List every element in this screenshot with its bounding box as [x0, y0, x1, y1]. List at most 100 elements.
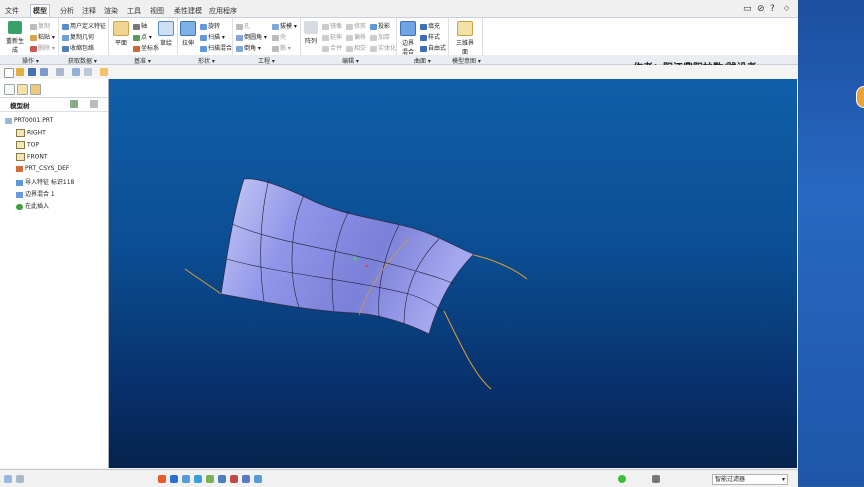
shrinkwrap-button[interactable]: 收缩包络 — [62, 43, 94, 52]
group-operations[interactable]: 操作 ▾ — [22, 56, 39, 65]
pattern-button[interactable]: 阵列 — [304, 21, 318, 45]
group-shapes[interactable]: 形状 ▾ — [198, 56, 215, 65]
ime-settings-icon[interactable] — [254, 475, 262, 483]
import-feature-icon — [16, 179, 23, 186]
tab-render[interactable]: 渲染 — [102, 5, 120, 17]
copy-geometry-button[interactable]: 复制几何 — [62, 32, 94, 41]
style-button[interactable]: 样式 — [420, 32, 440, 41]
sketch-button[interactable]: 草绘 — [158, 21, 174, 47]
graphics-viewport[interactable] — [109, 79, 797, 468]
tab-tools[interactable]: 工具 — [125, 5, 143, 17]
paste-button[interactable]: 粘贴 ▾ — [30, 32, 55, 41]
round-button[interactable]: 倒圆角 ▾ — [236, 32, 267, 41]
intersect-button[interactable]: 相交 — [346, 43, 366, 52]
point-button[interactable]: 点 ▾ — [133, 32, 152, 41]
ime-icon[interactable] — [158, 475, 166, 483]
thicken-button[interactable]: 加厚 — [370, 32, 390, 41]
freestyle-button[interactable]: 自由式 — [420, 43, 446, 52]
boundary-blend-surface[interactable] — [220, 178, 475, 335]
regenerate-button[interactable]: 重新生成 — [4, 21, 26, 54]
help-question-icon[interactable]: ? — [770, 4, 775, 14]
tab-applications[interactable]: 应用程序 — [207, 5, 239, 17]
family-table-button[interactable]: 三维界面 — [455, 21, 475, 56]
group-get-data[interactable]: 获取数据 ▾ — [68, 56, 97, 65]
offset-icon — [346, 34, 353, 41]
tree-item-import-feature[interactable]: 导入特征 标识118 — [16, 177, 74, 186]
windows-icon[interactable] — [84, 68, 92, 76]
udf-button[interactable]: 用户定义特征 — [62, 21, 106, 30]
delete-button[interactable]: 删除 ▾ — [30, 43, 55, 52]
extend-button[interactable]: 延伸 — [322, 32, 342, 41]
undo-icon[interactable] — [40, 68, 48, 76]
group-model-intent[interactable]: 模型意图 ▾ — [452, 56, 481, 65]
csys-button[interactable]: 坐标系 — [133, 43, 159, 52]
regenerate-small-icon[interactable] — [72, 68, 80, 76]
tree-item-boundary-blend[interactable]: 边界混合 1 — [16, 189, 55, 198]
group-datum[interactable]: 基准 ▾ — [134, 56, 151, 65]
merge-button[interactable]: 合并 — [322, 43, 342, 52]
folder-browser-tab-icon[interactable] — [17, 84, 28, 95]
close-window-icon[interactable] — [100, 68, 108, 76]
group-surfaces[interactable]: 曲面 ▾ — [414, 56, 431, 65]
ime-keyboard-icon[interactable] — [218, 475, 226, 483]
minimize-icon[interactable]: ▭ — [743, 4, 752, 14]
group-engineering[interactable]: 工程 ▾ — [258, 56, 275, 65]
tab-model[interactable]: 模型 — [30, 4, 50, 17]
boundary-blend-button[interactable]: 边界混合 — [400, 21, 416, 56]
trim-button[interactable]: 修剪 — [346, 21, 366, 30]
tab-annotate[interactable]: 注释 — [80, 5, 98, 17]
offset-button[interactable]: 偏移 — [346, 32, 366, 41]
panel-toggle-icon[interactable] — [4, 475, 12, 483]
tree-item-csys[interactable]: PRT_CSYS_DEF — [16, 165, 69, 172]
ime-emoji-icon[interactable] — [206, 475, 214, 483]
settings-icon[interactable]: ◇ — [784, 4, 789, 12]
tab-view[interactable]: 视图 — [148, 5, 166, 17]
open-folder-icon[interactable] — [16, 68, 24, 76]
swept-blend-button[interactable]: 扫描混合 — [200, 43, 232, 52]
tab-analysis[interactable]: 分析 — [58, 5, 76, 17]
help-icon[interactable]: ⊘ — [757, 4, 765, 14]
ime-tools-icon[interactable] — [242, 475, 250, 483]
group-editing[interactable]: 编辑 ▾ — [342, 56, 359, 65]
save-icon[interactable] — [28, 68, 36, 76]
tree-item-part[interactable]: PRT0001.PRT — [5, 117, 53, 124]
ime-chinese-icon[interactable] — [170, 475, 178, 483]
rib-button[interactable]: 筋 ▾ — [272, 43, 291, 52]
tree-item-right-plane[interactable]: RIGHT — [16, 129, 46, 137]
project-button[interactable]: 投影 — [370, 21, 390, 30]
selection-icon[interactable] — [652, 475, 660, 483]
hole-button[interactable]: 孔 — [236, 21, 250, 30]
fill-button[interactable]: 填充 — [420, 21, 440, 30]
solidify-button[interactable]: 实体化 — [370, 43, 396, 52]
shell-button[interactable]: 壳 — [272, 32, 286, 41]
sweep-button[interactable]: 扫描 ▾ — [200, 32, 225, 41]
mirror-button[interactable]: 镜像 — [322, 21, 342, 30]
axis-button[interactable]: 轴 — [133, 21, 147, 30]
revolve-button[interactable]: 旋转 — [200, 21, 220, 30]
tab-flexible-modeling[interactable]: 柔性建模 — [172, 5, 204, 17]
navigator-tabs — [0, 81, 108, 98]
browser-toggle-icon[interactable] — [16, 475, 24, 483]
redo-icon[interactable] — [56, 68, 64, 76]
tree-item-front-plane[interactable]: FRONT — [16, 153, 48, 161]
sweep-icon — [200, 34, 207, 41]
tree-item-top-plane[interactable]: TOP — [16, 141, 39, 149]
tree-columns-icon[interactable] — [90, 100, 98, 108]
tree-item-insert-here[interactable]: 在此插入 — [16, 201, 49, 210]
ime-moon-icon[interactable] — [182, 475, 190, 483]
status-ok-icon — [618, 475, 626, 483]
favorites-tab-icon[interactable] — [30, 84, 41, 95]
copy-button[interactable]: 复制 — [30, 21, 50, 30]
chamfer-button[interactable]: 倒角 ▾ — [236, 43, 261, 52]
plane-button[interactable]: 平面 — [112, 21, 130, 47]
ime-skin-icon[interactable] — [230, 475, 238, 483]
model-tree-tab-icon[interactable] — [4, 84, 15, 95]
tree-settings-icon[interactable] — [70, 100, 78, 108]
desktop-widget-icon[interactable] — [856, 86, 864, 108]
smart-filter-select[interactable]: 智能过滤器 ▾ — [712, 474, 788, 485]
extrude-button[interactable]: 拉伸 — [180, 21, 196, 47]
new-file-icon[interactable] — [4, 68, 14, 78]
draft-button[interactable]: 拔模 ▾ — [272, 21, 297, 30]
tab-file[interactable]: 文件 — [3, 5, 21, 17]
ime-punct-icon[interactable] — [194, 475, 202, 483]
